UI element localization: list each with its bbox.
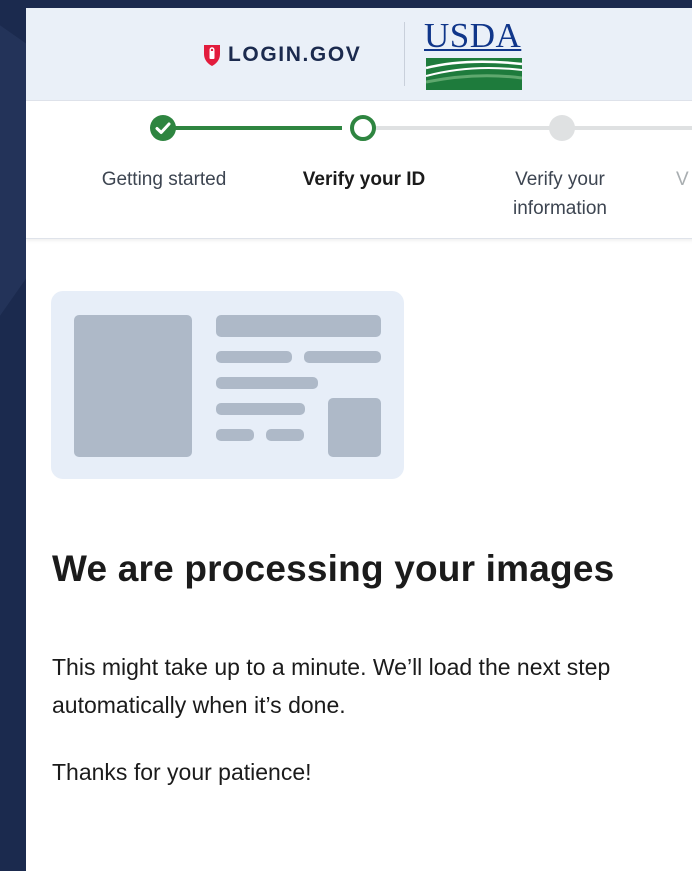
page-title: We are processing your images <box>52 548 615 589</box>
step-2-label: Verify your ID <box>302 169 426 190</box>
step-4-label: V <box>676 169 689 190</box>
step-indicator: Getting started Verify your ID Verify yo… <box>26 101 692 239</box>
step-1-label: Getting started <box>101 169 227 190</box>
id-card-illustration <box>51 291 404 479</box>
patience-message: Thanks for your patience! <box>52 759 312 785</box>
id-small-photo-placeholder <box>328 398 381 457</box>
step-connector-upcoming-2 <box>574 126 692 130</box>
check-icon <box>155 122 171 134</box>
step-3-upcoming-marker <box>549 115 575 141</box>
processing-description: This might take up to a minute. We’ll lo… <box>52 654 611 718</box>
id-text-line <box>304 351 381 363</box>
step-1-complete-marker <box>150 115 176 141</box>
id-text-line <box>216 429 254 441</box>
main-panel: LOGIN.GOV USDA Getting started Verify yo… <box>26 8 692 871</box>
login-gov-logo: LOGIN.GOV <box>202 42 361 68</box>
shield-logo-icon <box>204 45 220 66</box>
usda-field-graphic <box>426 58 522 90</box>
usda-wordmark: USDA <box>424 16 522 55</box>
usda-logo: USDA <box>424 16 524 92</box>
id-text-line <box>216 351 292 363</box>
page-header: LOGIN.GOV USDA <box>26 8 692 101</box>
id-text-line <box>216 315 381 337</box>
id-text-line <box>216 403 305 415</box>
step-2-current-marker <box>350 115 376 141</box>
login-gov-wordmark: LOGIN.GOV <box>228 43 362 66</box>
id-text-line <box>216 377 318 389</box>
logo-divider <box>404 22 405 86</box>
step-connector-complete <box>162 126 342 130</box>
id-text-line <box>266 429 304 441</box>
id-photo-placeholder <box>74 315 192 457</box>
step-connector-upcoming <box>374 126 554 130</box>
step-3-label: Verify your information <box>513 169 607 219</box>
